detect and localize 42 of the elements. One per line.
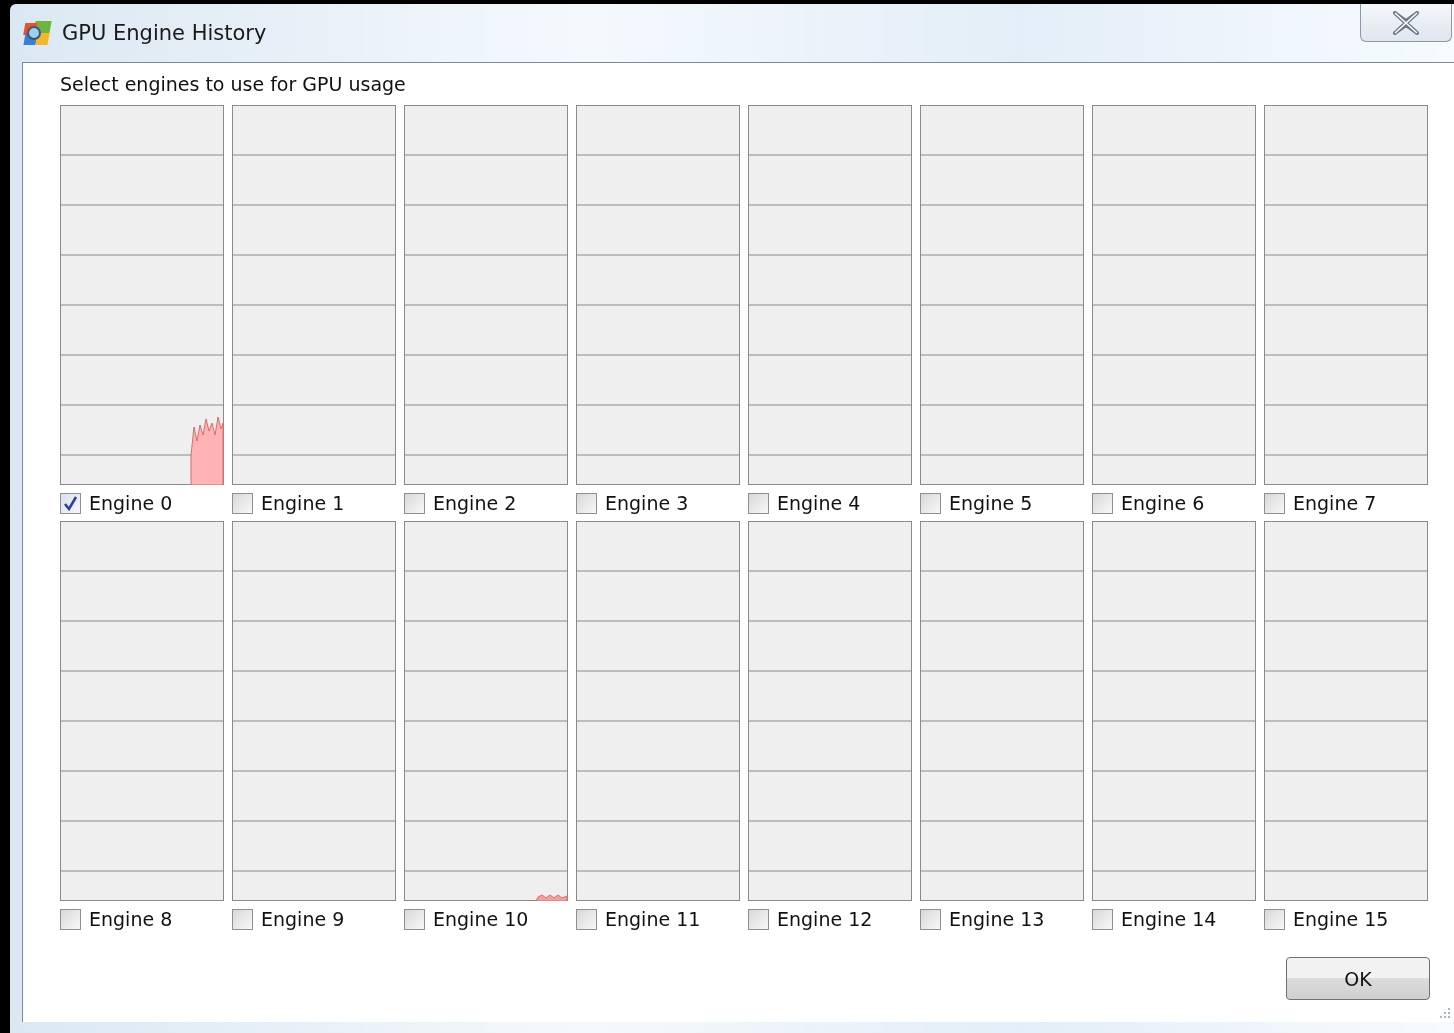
checkbox[interactable] [576,908,597,930]
checkbox[interactable] [748,492,769,514]
checkbox[interactable] [404,492,425,514]
checkbox[interactable] [920,908,941,930]
checkmark-icon [63,495,78,511]
checkbox-label: Engine 11 [605,908,701,930]
checkbox[interactable] [920,492,941,514]
checkbox-label: Engine 1 [261,492,345,514]
checkbox[interactable] [1264,492,1285,514]
checkbox-label: Engine 3 [605,492,689,514]
checkbox-label: Engine 9 [261,908,345,930]
checkbox-label: Engine 0 [89,492,173,514]
close-icon [1392,10,1420,35]
checkbox[interactable] [232,908,253,930]
checkbox-label: Engine 4 [777,492,861,514]
usage-graph [190,416,224,485]
checkbox-label: Engine 13 [949,908,1045,930]
checkbox-label: Engine 5 [949,492,1033,514]
window-title: GPU Engine History [62,21,267,45]
instruction-text: Select engines to use for GPU usage [60,73,407,97]
checkbox[interactable] [232,492,253,514]
checkbox[interactable] [576,492,597,514]
checkbox-label: Engine 15 [1293,908,1389,930]
checkbox-label: Engine 12 [777,908,873,930]
checkbox[interactable] [748,908,769,930]
app-icon [22,19,54,47]
checkbox-label: Engine 2 [433,492,517,514]
checkbox-label: Engine 7 [1293,492,1377,514]
checkbox-label: Engine 6 [1121,492,1205,514]
checkbox[interactable] [1092,492,1113,514]
resize-grip-icon[interactable] [1438,1006,1452,1020]
checkbox-label: Engine 8 [89,908,173,930]
ok-button[interactable]: OK [1286,957,1430,1000]
usage-graph [535,894,568,901]
checkbox-label: Engine 10 [433,908,529,930]
checkbox-label: Engine 14 [1121,908,1217,930]
checkbox[interactable] [60,492,81,514]
checkbox[interactable] [404,908,425,930]
checkbox[interactable] [1092,908,1113,930]
checkbox[interactable] [60,908,81,930]
close-button[interactable] [1360,4,1452,42]
checkbox[interactable] [1264,908,1285,930]
